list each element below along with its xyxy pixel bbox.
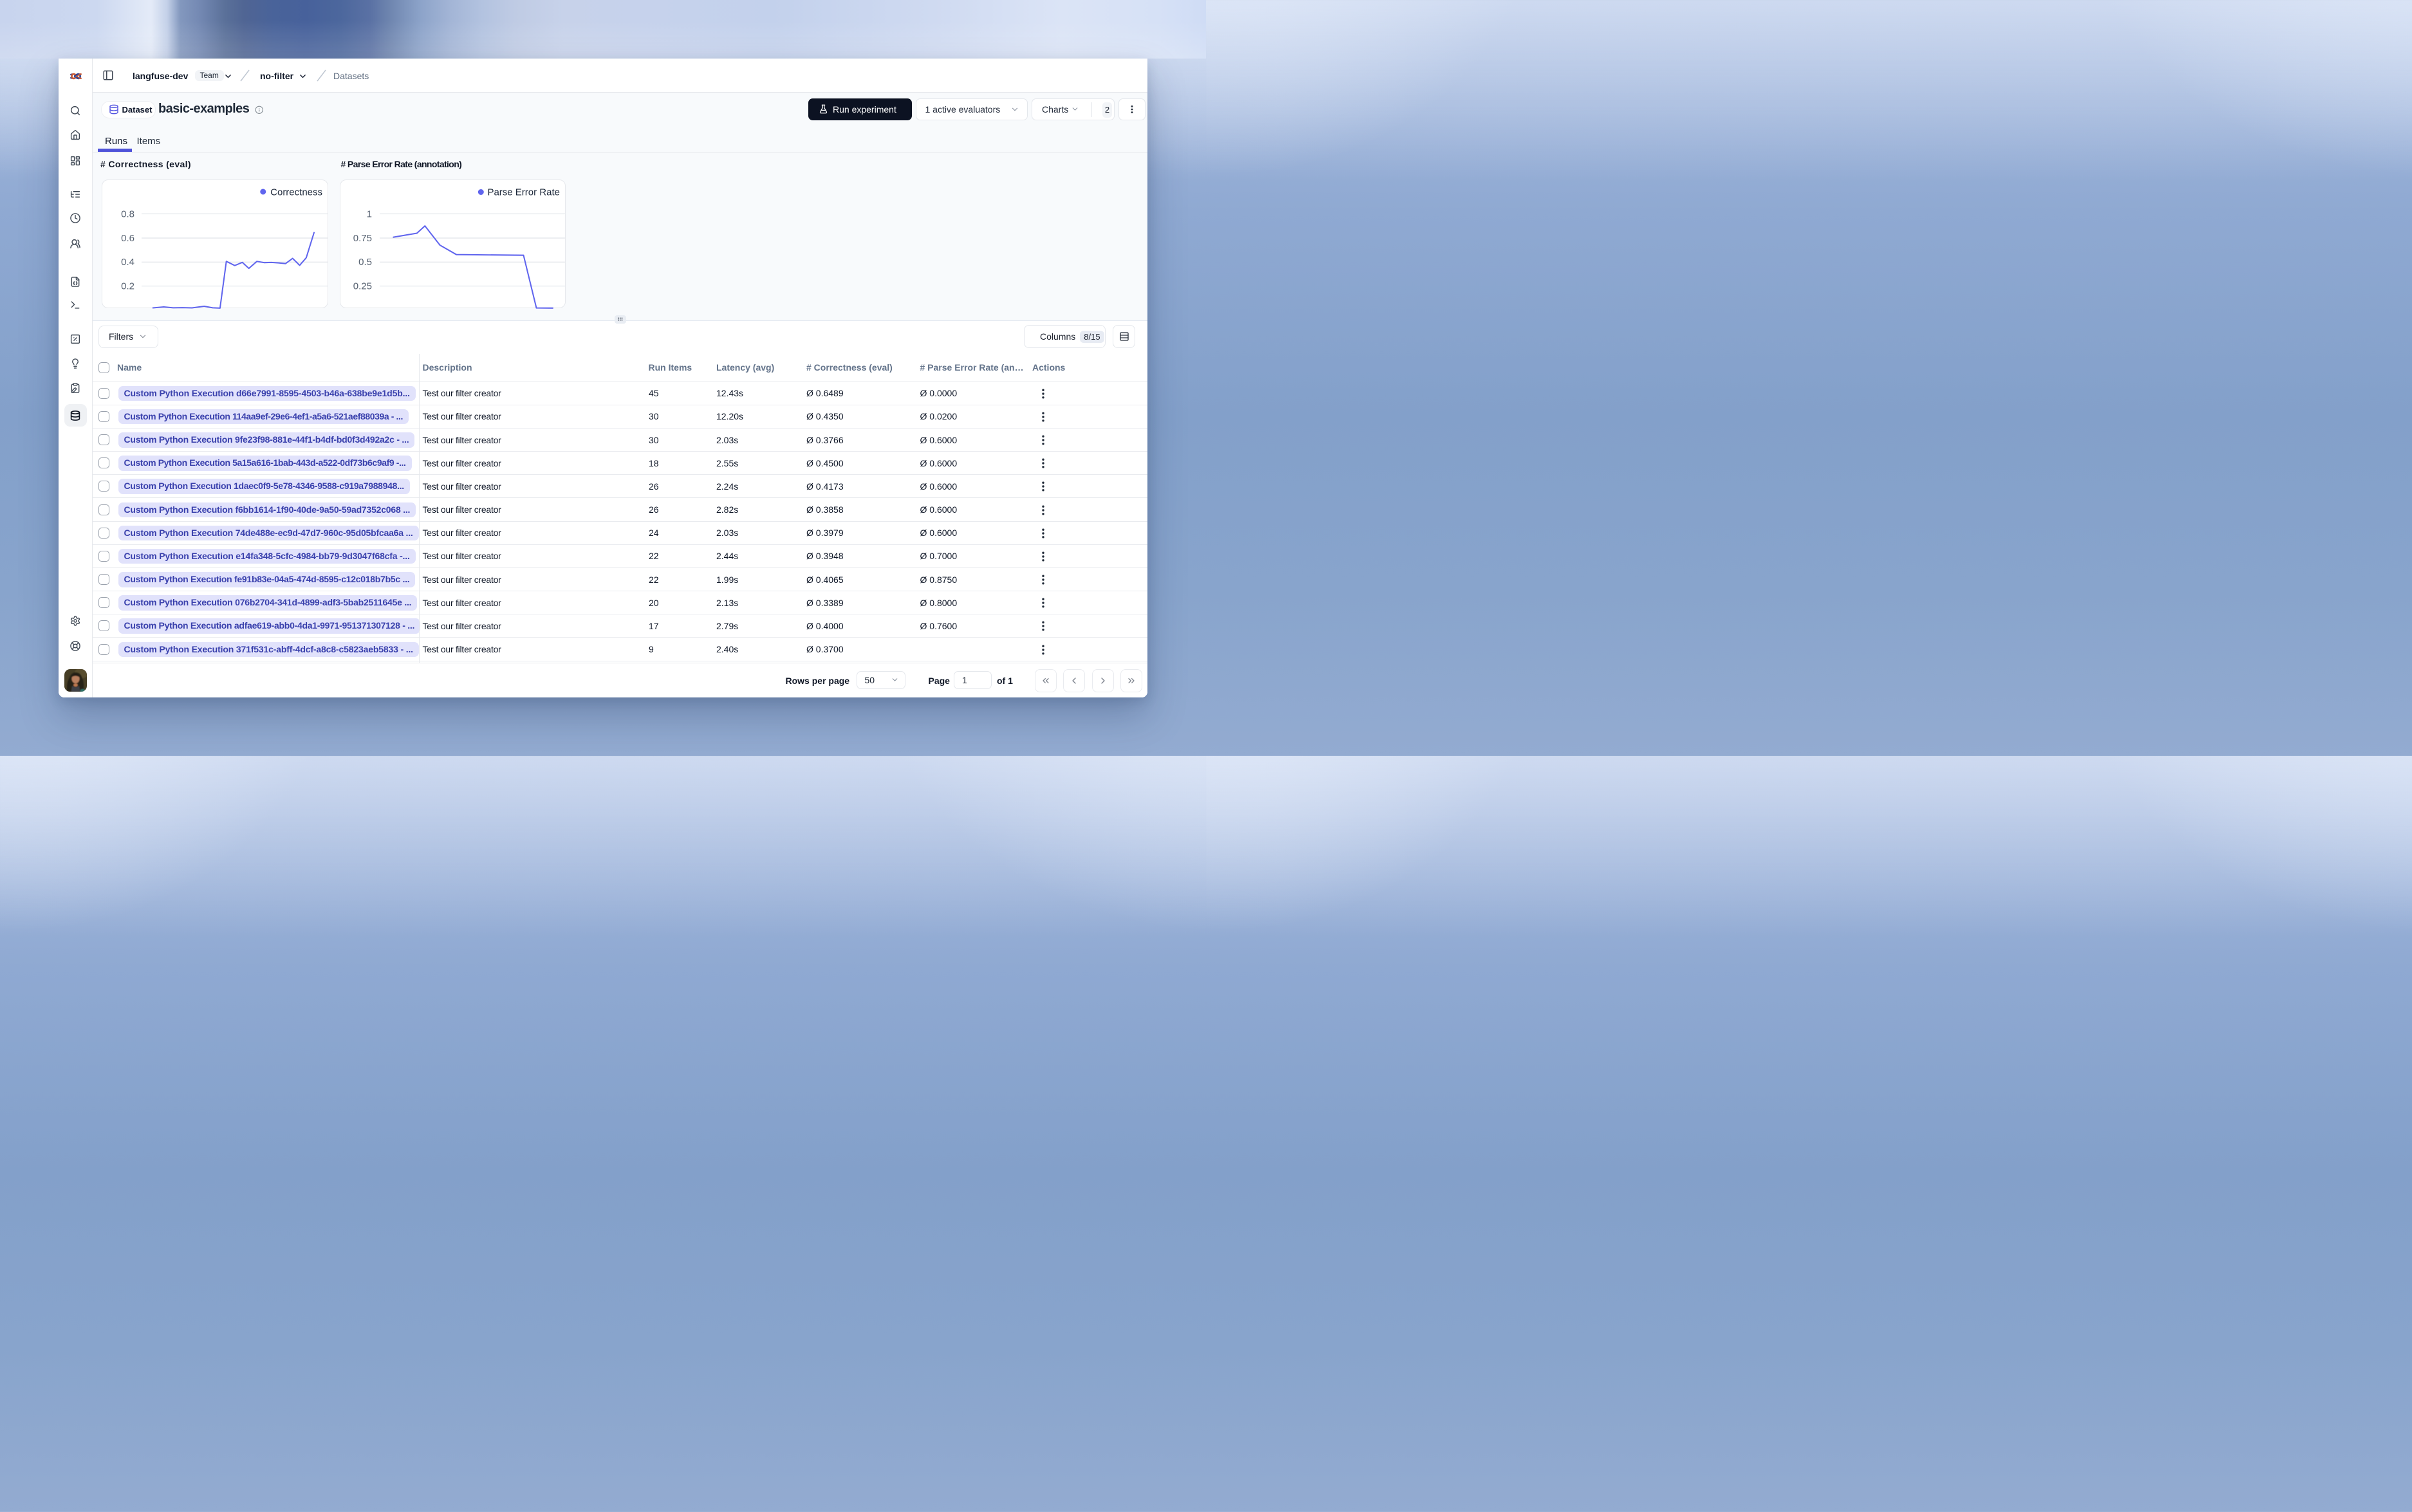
svg-text:0.25: 0.25 [353, 281, 372, 291]
svg-text:Parse Error Rate: Parse Error Rate [487, 187, 560, 198]
svg-text:0.8: 0.8 [121, 208, 135, 219]
svg-text:1: 1 [367, 208, 372, 219]
svg-text:0.75: 0.75 [353, 233, 372, 244]
svg-text:0.2: 0.2 [121, 281, 135, 291]
svg-text:0.5: 0.5 [358, 257, 372, 268]
svg-text:Correctness: Correctness [270, 187, 322, 198]
svg-text:0.4: 0.4 [121, 257, 135, 268]
svg-text:0.6: 0.6 [121, 233, 135, 244]
